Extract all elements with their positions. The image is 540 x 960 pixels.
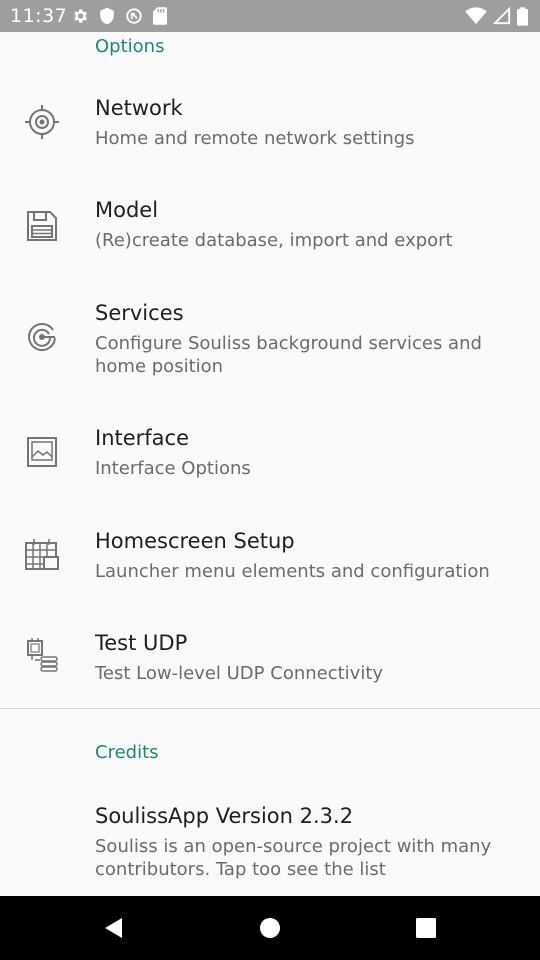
settings-item-title: Homescreen Setup	[95, 529, 295, 553]
back-icon[interactable]	[102, 916, 126, 940]
cell-signal-icon	[493, 7, 511, 25]
settings-item-model[interactable]: Model (Re)create database, import and ex…	[0, 198, 540, 278]
status-icons-left	[71, 7, 167, 25]
settings-item-title: Network	[95, 96, 183, 120]
settings-item-summary: Configure Souliss background services an…	[95, 333, 482, 377]
settings-item-network[interactable]: Network Home and remote network settings	[0, 96, 540, 176]
settings-item-homescreen-setup[interactable]: Homescreen Setup Launcher menu elements …	[0, 529, 540, 609]
settings-list: Options Network Home and remote network …	[0, 32, 540, 896]
settings-item-title: Services	[95, 301, 184, 325]
settings-item-summary: Test Low-level UDP Connectivity	[95, 663, 384, 684]
settings-item-summary: Launcher menu elements and configuration	[95, 561, 490, 582]
settings-item-title: Test UDP	[95, 631, 188, 655]
image-icon	[22, 432, 62, 472]
no-disturb-icon	[125, 7, 143, 25]
navigation-bar	[0, 896, 540, 960]
settings-item-test-udp[interactable]: Test UDP Test Low-level UDP Connectivity	[0, 631, 540, 711]
version-title: SoulissApp Version 2.3.2	[95, 804, 354, 828]
options-section-header: Options	[95, 36, 165, 57]
version-summary: Souliss is an open-source project with m…	[95, 836, 492, 880]
test-udp-icon	[22, 635, 62, 675]
status-bar: 11:37	[0, 0, 540, 32]
status-icons-right	[465, 6, 528, 26]
recents-icon[interactable]	[414, 916, 438, 940]
gear-icon	[71, 7, 89, 25]
shield-icon	[99, 7, 115, 25]
settings-item-summary: Home and remote network settings	[95, 128, 415, 149]
settings-item-services[interactable]: Services Configure Souliss background se…	[0, 301, 540, 401]
section-divider	[0, 708, 540, 709]
home-icon[interactable]	[258, 916, 282, 940]
credits-section-header: Credits	[95, 742, 159, 763]
battery-icon	[517, 6, 528, 26]
settings-item-title: Model	[95, 198, 159, 222]
network-icon	[22, 102, 62, 142]
sd-card-icon	[153, 7, 167, 25]
settings-item-summary: Interface Options	[95, 458, 251, 479]
settings-item-interface[interactable]: Interface Interface Options	[0, 426, 540, 506]
status-time: 11:37	[10, 5, 68, 27]
wifi-icon	[465, 7, 487, 25]
calendar-grid-icon	[22, 535, 62, 575]
settings-item-summary: (Re)create database, import and export	[95, 230, 453, 251]
services-icon	[22, 317, 62, 357]
save-icon	[22, 206, 62, 246]
settings-item-title: Interface	[95, 426, 190, 450]
settings-item-version[interactable]: SoulissApp Version 2.3.2 Souliss is an o…	[0, 804, 540, 896]
